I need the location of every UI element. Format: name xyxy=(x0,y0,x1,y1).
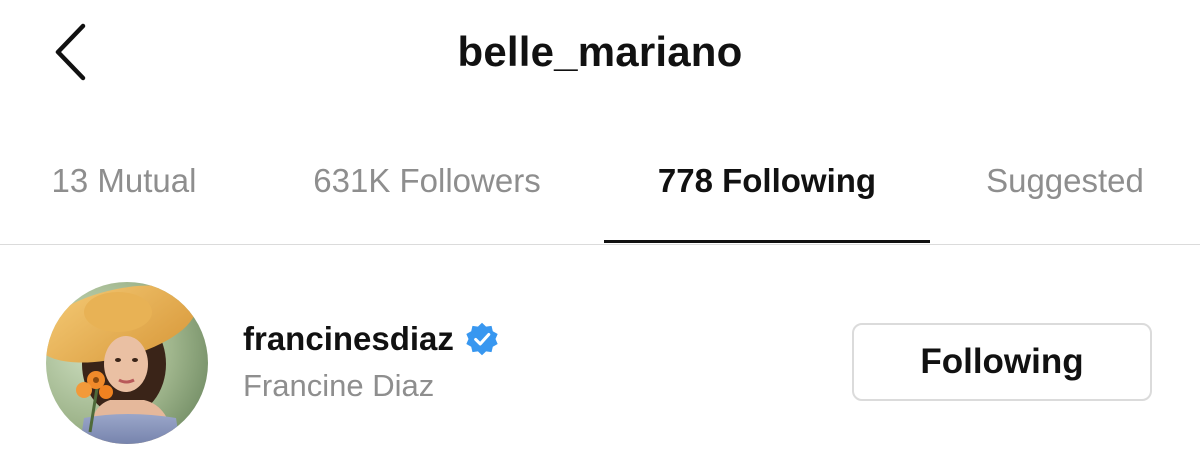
list-item[interactable]: francinesdiaz Francine Diaz Following xyxy=(0,280,1200,446)
tab-following[interactable]: 778 Following xyxy=(604,146,930,244)
tab-followers[interactable]: 631K Followers xyxy=(280,146,574,244)
tab-mutual[interactable]: 13 Mutual xyxy=(18,146,230,244)
following-list-screen: belle_mariano 13 Mutual 631K Followers 7… xyxy=(0,0,1200,467)
verified-badge-icon xyxy=(466,322,498,356)
username[interactable]: francinesdiaz xyxy=(243,320,454,358)
tab-suggested[interactable]: Suggested xyxy=(960,146,1170,244)
full-name: Francine Diaz xyxy=(243,368,435,403)
active-tab-indicator xyxy=(604,240,930,243)
header: belle_mariano xyxy=(0,0,1200,112)
avatar[interactable] xyxy=(46,282,208,444)
tab-bar: 13 Mutual 631K Followers 778 Following S… xyxy=(0,146,1200,245)
following-button[interactable]: Following xyxy=(852,323,1152,401)
page-title: belle_mariano xyxy=(457,28,743,75)
username-line: francinesdiaz xyxy=(243,320,500,358)
